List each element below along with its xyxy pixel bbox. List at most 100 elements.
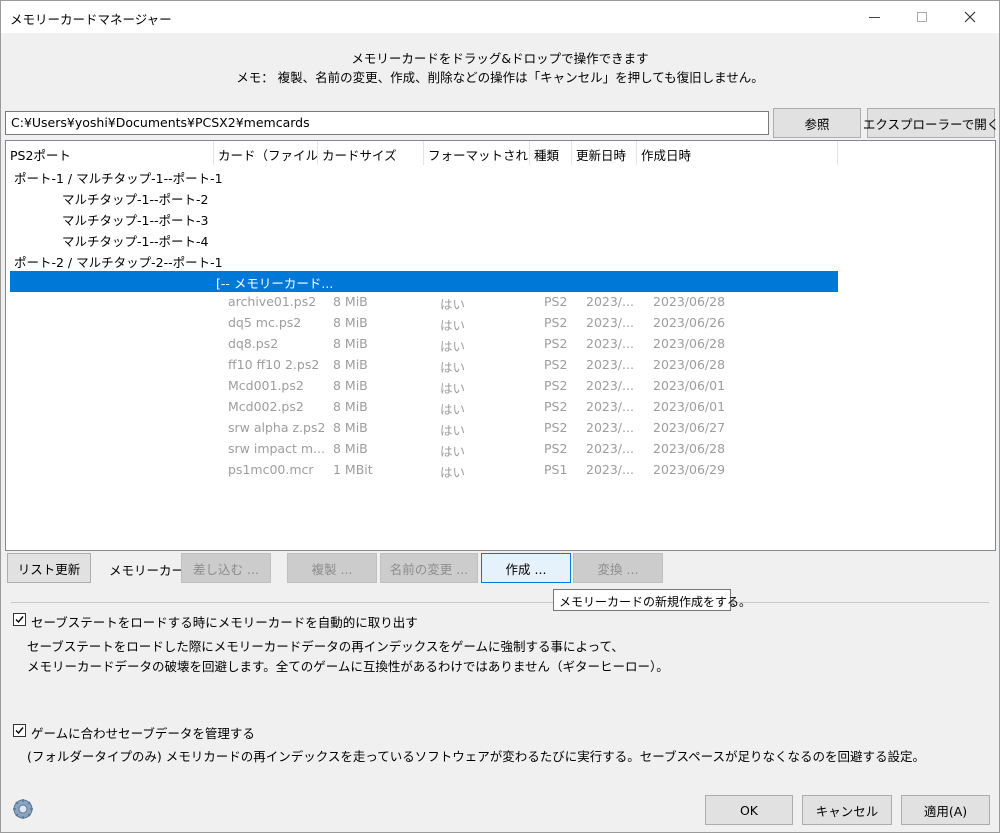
table-row[interactable]: dq5 mc.ps2 8 MiB はい PS2 2023/... 2023/06/26 <box>10 313 838 334</box>
card-created: 2023/06/29 <box>653 462 726 477</box>
card-formatted: はい <box>440 381 466 396</box>
manage-saves-desc: (フォルダータイプのみ) メモリカードの再インデックスを走っているソフトウェアが… <box>27 749 925 764</box>
card-type: PS2 <box>544 420 568 435</box>
column-header-modified[interactable]: 更新日時 <box>572 141 637 165</box>
table-row[interactable]: srw alpha z.ps2 8 MiB はい PS2 2023/... 2023/06… <box>10 418 838 439</box>
create-tooltip: メモリーカードの新規作成をする。 <box>553 589 751 611</box>
card-size: 8 MiB <box>333 441 368 456</box>
browse-button[interactable]: 参照 <box>773 108 861 138</box>
card-formatted: はい <box>440 339 466 354</box>
card-created: 2023/06/27 <box>653 420 726 435</box>
card-modified: 2023/... <box>586 399 634 414</box>
card-size: 8 MiB <box>333 294 368 309</box>
convert-button[interactable]: 変換 ... <box>573 553 663 583</box>
card-formatted: はい <box>440 318 466 333</box>
card-modified: 2023/... <box>586 357 634 372</box>
table-row[interactable]: ff10 ff10 2.ps2 8 MiB はい PS2 2023/... 2023/06… <box>10 355 838 376</box>
manage-saves-checkbox[interactable] <box>13 724 26 737</box>
maximize-button[interactable] <box>899 1 945 33</box>
card-formatted: はい <box>440 444 466 459</box>
card-created: 2023/06/28 <box>653 294 726 309</box>
create-button[interactable]: 作成 ... <box>481 553 571 583</box>
column-header-created[interactable]: 作成日時 <box>637 141 838 165</box>
port-label: マルチタップ-1--ポート-4 <box>62 234 209 249</box>
card-type: PS2 <box>544 357 568 372</box>
minimize-button[interactable] <box>851 1 897 33</box>
separator <box>11 602 989 603</box>
duplicate-button[interactable]: 複製 ... <box>287 553 377 583</box>
info-text: メモリーカードをドラッグ&ドロップで操作できます メモ： 複製、名前の変更、作成… <box>1 49 999 87</box>
card-modified: 2023/... <box>586 441 634 456</box>
card-created: 2023/06/26 <box>653 315 726 330</box>
minimize-icon <box>868 16 880 18</box>
card-type: PS2 <box>544 294 568 309</box>
table-row[interactable]: ps1mc00.mcr 1 MBit はい PS1 2023/... 2023/06/29 <box>10 460 838 481</box>
card-file-name: dq5 mc.ps2 <box>228 315 302 330</box>
close-button[interactable] <box>947 1 993 33</box>
memory-card-list[interactable]: PS2ポート カード（ファイル... カードサイズ フォーマットされた 種類 更… <box>5 140 996 551</box>
table-row[interactable]: dq8.ps2 8 MiB はい PS2 2023/... 2023/06/28 <box>10 334 838 355</box>
title-bar[interactable]: メモリーカードマネージャー <box>1 1 999 33</box>
card-formatted: はい <box>440 297 466 312</box>
list-item-port[interactable]: ポート-1 / マルチタップ-1--ポート-1 <box>10 166 838 187</box>
table-row[interactable]: Mcd002.ps2 8 MiB はい PS2 2023/... 2023/06/01 <box>10 397 838 418</box>
auto-eject-checkbox[interactable] <box>13 613 26 626</box>
list-item-port[interactable]: マルチタップ-1--ポート-4 <box>10 229 838 250</box>
gear-icon <box>13 799 33 819</box>
card-created: 2023/06/28 <box>653 441 726 456</box>
card-type: PS2 <box>544 336 568 351</box>
checkmark-icon <box>15 616 24 624</box>
auto-eject-label[interactable]: セーブステートをロードする時にメモリーカードを自動的に取り出す <box>31 612 418 631</box>
card-formatted: はい <box>440 402 466 417</box>
column-header-port[interactable]: PS2ポート <box>6 141 214 165</box>
cancel-button[interactable]: キャンセル <box>802 795 892 825</box>
list-header: PS2ポート カード（ファイル... カードサイズ フォーマットされた 種類 更… <box>6 141 995 165</box>
list-item-port[interactable]: マルチタップ-1--ポート-2 <box>10 187 838 208</box>
card-formatted: はい <box>440 360 466 375</box>
memcard-folder-path-field[interactable]: C:¥Users¥yoshi¥Documents¥PCSX2¥memcards <box>5 111 769 135</box>
card-size: 8 MiB <box>333 357 368 372</box>
window-title: メモリーカードマネージャー <box>10 12 172 27</box>
card-created: 2023/06/28 <box>653 357 726 372</box>
maximize-icon <box>917 12 927 22</box>
card-modified: 2023/... <box>586 420 634 435</box>
manage-saves-label[interactable]: ゲームに合わせセーブデータを管理する <box>31 723 255 742</box>
settings-icon-button[interactable] <box>9 797 37 821</box>
card-modified: 2023/... <box>586 378 634 393</box>
open-explorer-button[interactable]: エクスプローラーで開く <box>863 108 999 138</box>
port-label: マルチタップ-1--ポート-3 <box>62 213 209 228</box>
close-icon <box>964 11 976 23</box>
list-item-port[interactable]: ポート-2 / マルチタップ-2--ポート-1 <box>10 250 838 271</box>
card-size: 8 MiB <box>333 336 368 351</box>
list-item-port[interactable]: マルチタップ-1--ポート-3 <box>10 208 838 229</box>
card-type: PS2 <box>544 399 568 414</box>
info-line-2: メモ： 複製、名前の変更、作成、削除などの操作は「キャンセル」を押しても復旧しま… <box>236 70 764 85</box>
ok-button[interactable]: OK <box>705 795 793 825</box>
selected-card-label: [-- メモリーカード... <box>216 276 334 291</box>
apply-button[interactable]: 適用(A) <box>901 795 990 825</box>
card-formatted: はい <box>440 465 466 480</box>
insert-button[interactable]: 差し込む ... <box>181 553 271 583</box>
table-row[interactable]: archive01.ps2 8 MiB はい PS2 2023/... 2023/06/2… <box>10 292 838 313</box>
table-row[interactable]: srw impact m... 8 MiB はい PS2 2023/... 2023/06… <box>10 439 838 460</box>
card-size: 8 MiB <box>333 315 368 330</box>
column-header-card[interactable]: カード（ファイル... <box>214 141 318 165</box>
card-modified: 2023/... <box>586 462 634 477</box>
list-item-selected[interactable]: [-- メモリーカード... <box>10 271 838 292</box>
table-row[interactable]: Mcd001.ps2 8 MiB はい PS2 2023/... 2023/06/01 <box>10 376 838 397</box>
column-header-size[interactable]: カードサイズ <box>318 141 424 165</box>
column-header-type[interactable]: 種類 <box>530 141 572 165</box>
checkmark-icon <box>15 727 24 735</box>
column-header-formatted[interactable]: フォーマットされた <box>424 141 530 165</box>
port-label: マルチタップ-1--ポート-2 <box>62 192 209 207</box>
card-file-name: archive01.ps2 <box>228 294 317 309</box>
card-size: 1 MBit <box>333 462 373 477</box>
refresh-list-button[interactable]: リスト更新 <box>7 553 91 583</box>
info-line-1: メモリーカードをドラッグ&ドロップで操作できます <box>351 51 649 66</box>
card-file-name: Mcd002.ps2 <box>228 399 304 414</box>
card-type: PS2 <box>544 315 568 330</box>
card-file-name: ps1mc00.mcr <box>228 462 314 477</box>
rename-button[interactable]: 名前の変更 ... <box>380 553 478 583</box>
auto-eject-desc-2: メモリーカードデータの破壊を回避します。全てのゲームに互換性があるわけではありま… <box>27 659 669 674</box>
port-label: ポート-1 / マルチタップ-1--ポート-1 <box>14 171 223 186</box>
